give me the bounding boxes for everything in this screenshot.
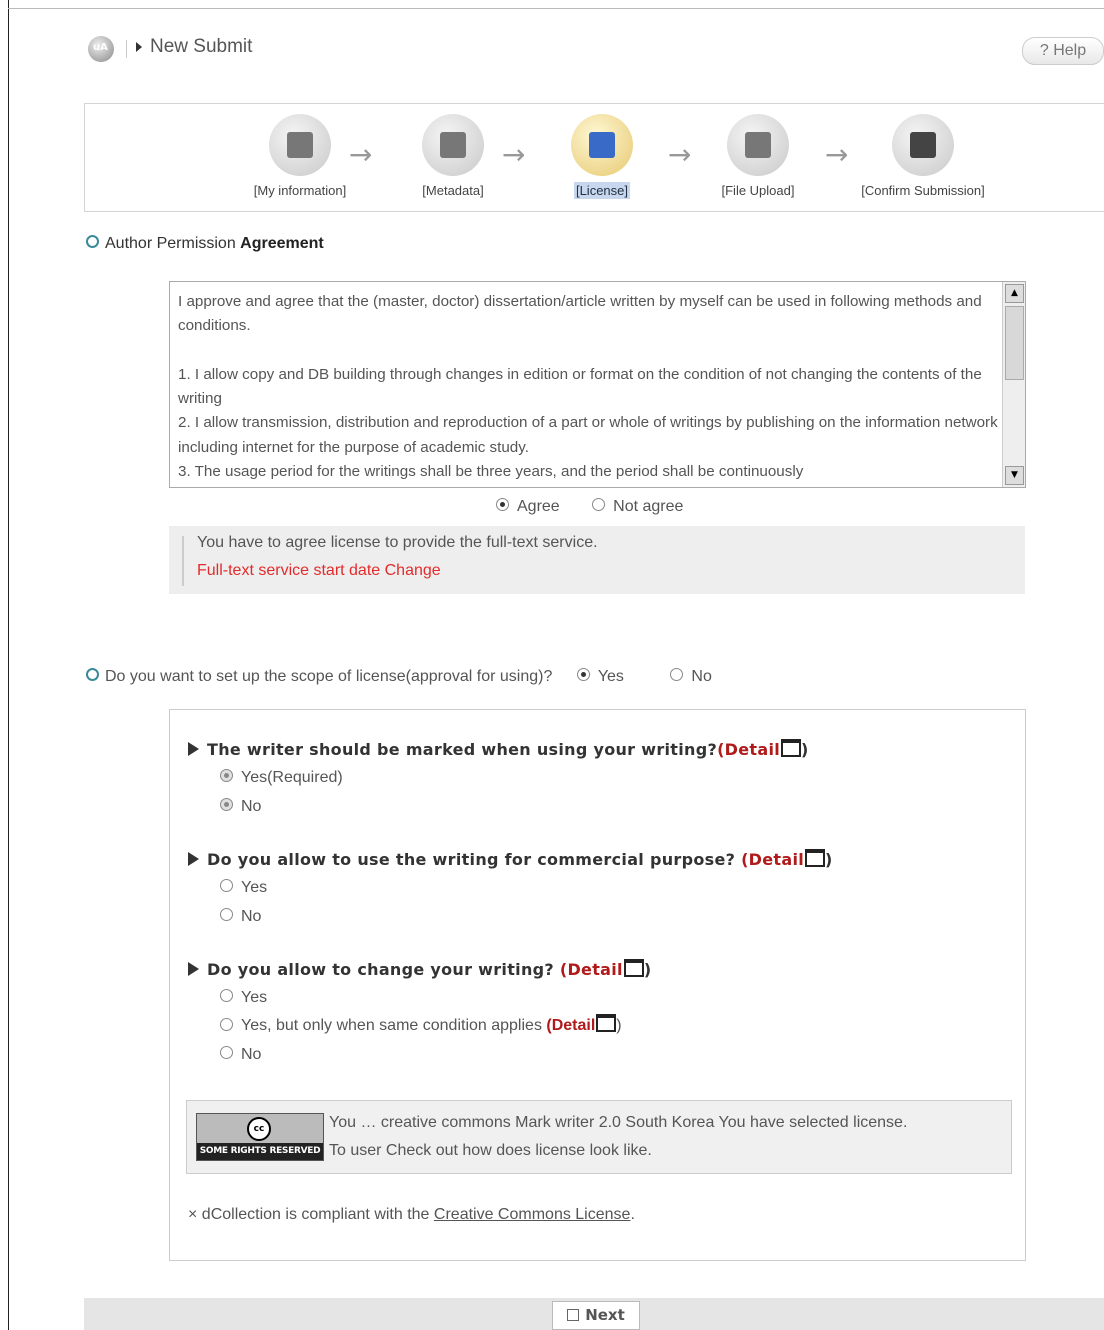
scope-yes-radio[interactable]: [576, 668, 590, 682]
breadcrumb-arrow-icon: [136, 42, 142, 52]
logo-text: uA: [93, 42, 108, 53]
license-options-panel: The writer should be marked when using y…: [169, 709, 1026, 1261]
cc-badge-text: SOME RIGHTS RESERVED: [197, 1143, 323, 1160]
confirm-submission-icon: [892, 114, 954, 176]
detail-link[interactable]: (Detail: [717, 738, 802, 759]
not-agree-option[interactable]: Not agree: [592, 498, 683, 515]
fulltext-notice: You have to agree license to provide the…: [169, 526, 1025, 594]
header-divider: [126, 40, 127, 58]
step-license: [License]: [527, 114, 677, 199]
step-label: [License]: [573, 182, 631, 199]
agreement-paragraph: [178, 339, 998, 363]
scroll-down-icon[interactable]: ▼: [1005, 466, 1024, 485]
cc-license-badge: cc SOME RIGHTS RESERVED: [196, 1113, 324, 1161]
scope-no-radio[interactable]: [670, 668, 684, 682]
bullet-icon: [86, 235, 99, 249]
window-top-border: [8, 8, 1104, 9]
detail-link[interactable]: (Detail: [560, 958, 644, 979]
step-label: [Confirm Submission]: [861, 183, 985, 198]
q2-no-radio[interactable]: [220, 908, 233, 922]
agreement-scrollbar[interactable]: ▲ ▼: [1002, 282, 1025, 487]
q3-option-no[interactable]: No: [220, 1046, 261, 1064]
cc-line-2: To user Check out how does license look …: [329, 1142, 652, 1159]
q1-option-yes: Yes(Required): [220, 769, 343, 787]
footer-bar: Next: [84, 1298, 1104, 1330]
window-left-border: [8, 0, 9, 1330]
cc-compliance-note: × dCollection is compliant with the Crea…: [188, 1206, 635, 1223]
page-header: uA New Submit ? Help: [88, 34, 1104, 66]
q2-yes-radio[interactable]: [220, 879, 233, 893]
popup-window-icon: [805, 848, 826, 867]
metadata-icon: [422, 114, 484, 176]
detail-link[interactable]: (Detail: [741, 848, 826, 869]
scroll-up-icon[interactable]: ▲: [1005, 284, 1024, 303]
agreement-paragraph: 3. The usage period for the writings sha…: [178, 463, 804, 480]
q1-option-no: No: [220, 798, 261, 816]
creative-commons-link[interactable]: Creative Commons License: [434, 1206, 631, 1223]
step-label: [File Upload]: [721, 183, 795, 198]
my-information-icon: [269, 114, 331, 176]
step-confirm-submission: [Confirm Submission]: [848, 114, 998, 199]
q3-share-alike-radio[interactable]: [220, 1017, 233, 1031]
fulltext-date-change-link[interactable]: Full-text service start date Change: [197, 562, 441, 580]
question-commercial: Do you allow to use the writing for comm…: [188, 848, 833, 870]
scroll-thumb[interactable]: [1005, 306, 1024, 380]
detail-link[interactable]: (Detail: [546, 1014, 617, 1034]
agreement-textarea[interactable]: I approve and agree that the (master, do…: [169, 281, 1026, 488]
step-file-upload: [File Upload]: [683, 114, 833, 199]
q1-yes-radio: [220, 769, 233, 783]
question-attribution: The writer should be marked when using y…: [188, 738, 809, 760]
q3-option-yes[interactable]: Yes: [220, 989, 267, 1007]
bullet-icon: [86, 668, 99, 682]
logo-icon: uA: [88, 36, 114, 62]
q3-option-share-alike[interactable]: Yes, but only when same condition applie…: [220, 1014, 622, 1035]
license-scope-question: Do you want to set up the scope of licen…: [86, 668, 712, 686]
popup-window-icon: [596, 1014, 617, 1032]
popup-window-icon: [781, 738, 802, 757]
agree-radio[interactable]: [496, 498, 509, 512]
q2-option-no[interactable]: No: [220, 908, 261, 926]
step-arrow-icon: →: [825, 138, 849, 171]
agree-option[interactable]: Agree: [496, 498, 560, 515]
triangle-bullet-icon: [188, 741, 199, 756]
triangle-bullet-icon: [188, 851, 199, 866]
scope-yes-option[interactable]: Yes: [576, 668, 624, 685]
page-title: New Submit: [150, 36, 253, 57]
cc-license-summary: cc SOME RIGHTS RESERVED You … creative c…: [186, 1100, 1012, 1174]
step-label: [Metadata]: [422, 183, 484, 198]
popup-window-icon: [623, 958, 644, 977]
cc-logo-icon: cc: [247, 1117, 271, 1141]
next-icon: [567, 1308, 580, 1321]
step-label: [My information]: [253, 183, 347, 198]
agreement-paragraph: 1. I allow copy and DB building through …: [178, 365, 982, 408]
question-modification: Do you allow to change your writing? (De…: [188, 958, 651, 980]
agreement-section-title: Author Permission Agreement: [86, 235, 324, 253]
submission-steps: [My information] → [Metadata] → [License…: [84, 103, 1104, 212]
notice-text: You have to agree license to provide the…: [197, 534, 598, 551]
step-arrow-icon: →: [349, 138, 373, 171]
q3-yes-radio[interactable]: [220, 989, 233, 1003]
q1-no-radio: [220, 798, 233, 812]
step-arrow-icon: →: [502, 138, 526, 171]
not-agree-radio[interactable]: [592, 498, 606, 512]
triangle-bullet-icon: [188, 961, 199, 976]
next-button[interactable]: Next: [552, 1301, 640, 1330]
cc-line-1: You … creative commons Mark writer 2.0 S…: [329, 1114, 908, 1131]
help-button[interactable]: ? Help: [1022, 37, 1104, 65]
q2-option-yes[interactable]: Yes: [220, 879, 267, 897]
file-upload-icon: [727, 114, 789, 176]
q3-no-radio[interactable]: [220, 1046, 233, 1060]
license-icon: [571, 114, 633, 176]
cc-license-text: You … creative commons Mark writer 2.0 S…: [329, 1109, 907, 1165]
agreement-paragraph: 2. I allow transmission, distribution an…: [178, 414, 998, 456]
agreement-radio-group: Agree Not agree: [496, 498, 711, 516]
agreement-paragraph: I approve and agree that the (master, do…: [178, 293, 982, 335]
scope-no-option[interactable]: No: [670, 668, 712, 685]
agreement-text: I approve and agree that the (master, do…: [178, 290, 998, 480]
notice-bar: [182, 536, 184, 586]
